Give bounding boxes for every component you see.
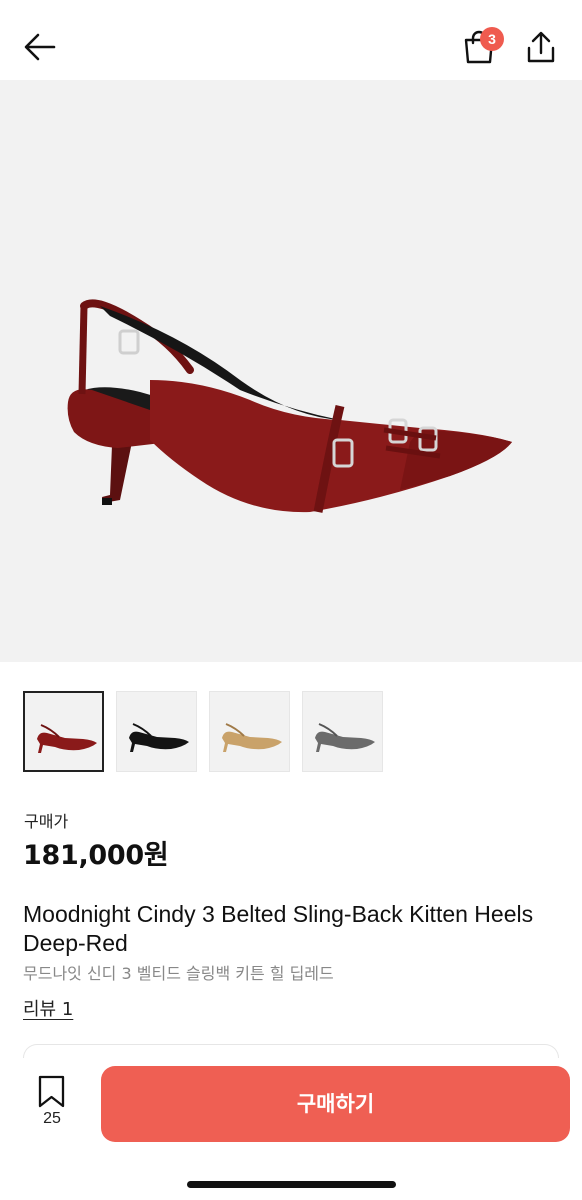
home-indicator xyxy=(187,1181,396,1188)
price-label: 구매가 xyxy=(24,812,69,831)
share-icon xyxy=(527,31,555,63)
thumbnail-beige[interactable] xyxy=(209,691,290,772)
review-link[interactable]: 리뷰 1 xyxy=(23,995,73,1021)
product-main-image[interactable] xyxy=(0,80,582,662)
shoe-thumbnail-icon xyxy=(222,723,282,752)
wishlist-count: 25 xyxy=(43,1110,61,1127)
thumbnail-grey[interactable] xyxy=(302,691,383,772)
shoe-thumbnail-icon xyxy=(37,724,97,753)
color-thumbnails xyxy=(23,691,563,773)
shoe-thumbnail-icon xyxy=(315,723,375,752)
thumbnail-black[interactable] xyxy=(116,691,197,772)
arrow-left-icon xyxy=(24,33,56,61)
top-bar: 3 xyxy=(0,0,582,80)
product-title: Moodnight Cindy 3 Belted Sling-Back Kitt… xyxy=(23,901,534,956)
thumbnail-deep-red[interactable] xyxy=(23,691,104,772)
back-button[interactable] xyxy=(20,26,60,66)
shoe-illustration xyxy=(67,299,512,513)
share-button[interactable] xyxy=(522,28,562,68)
product-subtitle: 무드나잇 신디 3 벨티드 슬링백 키튼 힐 딥레드 xyxy=(23,964,334,983)
cart-count-badge: 3 xyxy=(480,27,504,51)
shoe-heel xyxy=(102,442,132,503)
bookmark-icon xyxy=(38,1075,65,1108)
price: 181,000원 xyxy=(23,840,169,871)
shoe-thumbnail-icon xyxy=(129,723,189,752)
buy-button[interactable]: 구매하기 xyxy=(101,1066,570,1142)
